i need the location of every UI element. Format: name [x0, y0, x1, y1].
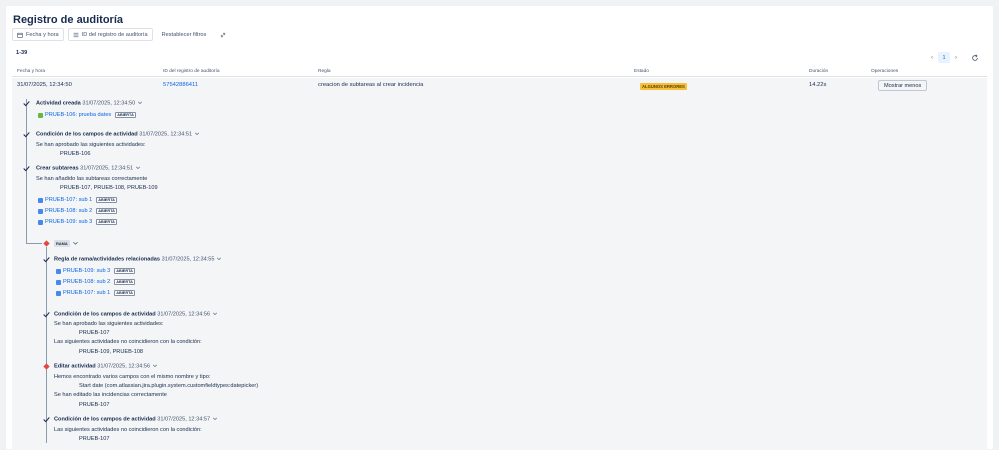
subtask-link[interactable]: PRUEB-107: sub 1 ABIERTA [38, 197, 117, 203]
issue-status: ABIERTA [114, 290, 135, 296]
subtask-icon [56, 279, 61, 285]
subtask-icon [56, 290, 61, 296]
pagination: ‹ 1 › [931, 52, 957, 63]
issue-status: ABIERTA [96, 208, 117, 214]
step-issues: PRUEB-107 [79, 436, 110, 442]
issue-status: ABIERTA [96, 197, 117, 203]
step-text: Se han aprobado las siguientes actividad… [36, 142, 146, 148]
audit-detail: Actividad creada 31/07/2025, 12:34:50 PR… [12, 93, 987, 450]
audit-log-panel: Registro de auditoría Fecha y hora ID de… [6, 6, 993, 450]
date-filter-button[interactable]: Fecha y hora [12, 28, 64, 41]
issue-status: ABIERTA [96, 219, 117, 225]
show-less-button[interactable]: Mostrar menos [878, 80, 928, 91]
issue-status: ABIERTA [114, 268, 135, 274]
timeline-line [46, 247, 47, 443]
step-title: Actividad creada 31/07/2025, 12:34:50 [36, 100, 143, 106]
refresh-icon[interactable] [971, 54, 979, 62]
step-title: Crear subtareas 31/07/2025, 12:34:51 [36, 165, 141, 171]
copy-link-button[interactable] [215, 28, 232, 41]
filter-toolbar: Fecha y hora ID del registro de auditorí… [12, 28, 232, 41]
page-title: Registro de auditoría [13, 14, 124, 26]
timeline-branch [26, 243, 42, 244]
id-filter-button[interactable]: ID del registro de auditoría [67, 28, 153, 41]
date-filter-label: Fecha y hora [26, 31, 59, 38]
col-operations: Operaciones [871, 69, 899, 74]
prev-page-button[interactable]: ‹ [931, 55, 933, 61]
link-icon [221, 32, 226, 37]
issue-status: ABIERTA [115, 112, 136, 118]
step-issues: PRUEB-106 [60, 151, 91, 157]
check-icon [23, 132, 30, 138]
issue-status: ABIERTA [114, 279, 135, 285]
check-icon [23, 166, 30, 172]
col-rule[interactable]: Regla [318, 69, 331, 74]
row-rule: creacion de subtareas al crear incidenci… [318, 82, 424, 88]
step-title: Condición de los campos de actividad 31/… [36, 131, 200, 137]
subtask-icon [38, 208, 43, 214]
col-audit-id[interactable]: ID del registro de auditoría [163, 69, 220, 74]
step-text: Se han añadido las subtareas correctamen… [36, 176, 148, 182]
col-status[interactable]: Estado [634, 69, 649, 74]
check-icon [43, 257, 50, 263]
subtask-link[interactable]: PRUEB-108: sub 2 ABIERTA [38, 208, 117, 214]
step-issues: PRUEB-107 [79, 402, 110, 408]
calendar-icon [17, 32, 23, 38]
check-icon [23, 101, 30, 107]
branch-badge: RAMA [54, 240, 70, 247]
table-header: Fecha y hora ID del registro de auditorí… [12, 67, 987, 77]
chevron-down-icon[interactable] [135, 165, 141, 171]
step-title: Editar actividad 31/07/2025, 12:34:56 [54, 363, 158, 369]
chevron-down-icon[interactable] [194, 131, 200, 137]
subtask-link[interactable]: PRUEB-109: sub 3 ABIERTA [56, 268, 135, 274]
step-text: Se han editado las incidencias correctam… [54, 392, 167, 398]
subtask-icon [56, 268, 61, 274]
check-icon [43, 312, 50, 318]
chevron-down-icon[interactable] [72, 240, 79, 247]
row-duration: 14.22s [809, 82, 827, 88]
error-diamond-icon [43, 363, 50, 370]
check-icon [43, 417, 50, 423]
result-count: 1-39 [16, 50, 28, 56]
step-issues: PRUEB-107 [79, 330, 110, 336]
subtask-icon [38, 219, 43, 225]
chevron-down-icon[interactable] [152, 363, 158, 369]
step-issues: PRUEB-109, PRUEB-108 [79, 349, 144, 355]
subtask-icon [38, 197, 43, 203]
step-title: Condición de los campos de actividad 31/… [54, 311, 218, 317]
step-issues: PRUEB-107, PRUEB-108, PRUEB-109 [60, 185, 158, 191]
next-page-button[interactable]: › [955, 55, 957, 61]
row-audit-id-link[interactable]: 57542886411 [163, 82, 198, 88]
col-duration[interactable]: Duración [809, 69, 828, 74]
step-text: Hemos encontrado varios campos con el mi… [54, 374, 211, 380]
chevron-down-icon[interactable] [137, 100, 143, 106]
chevron-down-icon[interactable] [216, 256, 222, 262]
reset-filters-button[interactable]: Restablecer filtros [156, 28, 212, 41]
step-text: Se han aprobado las siguientes actividad… [54, 321, 164, 327]
issue-link[interactable]: PRUEB-106: prueba dates ABIERTA [38, 112, 136, 118]
chevron-down-icon[interactable] [212, 416, 218, 422]
error-diamond-icon [43, 240, 50, 247]
current-page[interactable]: 1 [938, 52, 950, 63]
subtask-link[interactable]: PRUEB-109: sub 3 ABIERTA [38, 219, 117, 225]
subtask-link[interactable]: PRUEB-108: sub 2 ABIERTA [56, 279, 135, 285]
story-icon [38, 112, 43, 118]
step-field: Start date (com.atlassian.jira.plugin.sy… [79, 383, 259, 389]
col-datetime[interactable]: Fecha y hora [17, 69, 45, 74]
step-text: Las siguientes actividades no coincidier… [54, 427, 202, 433]
list-icon [73, 32, 79, 37]
table-row[interactable]: 31/07/2025, 12:34:50 57542886411 creacio… [12, 78, 987, 93]
status-badge: ALGUNOS ERRORES [640, 83, 687, 90]
id-filter-label: ID del registro de auditoría [81, 31, 148, 38]
chevron-down-icon[interactable] [212, 311, 218, 317]
step-title: Condición de los campos de actividad 31/… [54, 416, 218, 422]
step-text: Las siguientes actividades no coincidier… [54, 339, 202, 345]
step-title: Regla de rama/actividades relacionadas 3… [54, 256, 222, 262]
row-datetime: 31/07/2025, 12:34:50 [17, 82, 72, 88]
subtask-link[interactable]: PRUEB-107: sub 1 ABIERTA [56, 290, 135, 296]
